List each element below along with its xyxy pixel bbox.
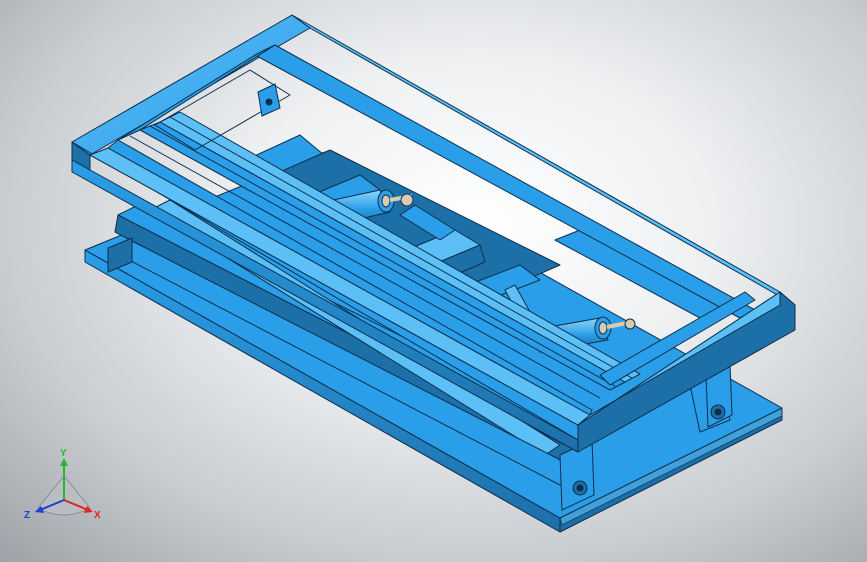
axis-y-arrow bbox=[60, 458, 68, 466]
axis-y-label: Y bbox=[60, 448, 67, 459]
top-mount-lug[interactable] bbox=[257, 83, 281, 117]
axis-x-label: X bbox=[94, 510, 101, 521]
scissor-lift-model[interactable] bbox=[0, 0, 867, 562]
axis-triad: Y X Z bbox=[24, 448, 101, 521]
axis-z-label: Z bbox=[24, 510, 30, 521]
graphics-viewport[interactable]: Y X Z bbox=[0, 0, 867, 562]
